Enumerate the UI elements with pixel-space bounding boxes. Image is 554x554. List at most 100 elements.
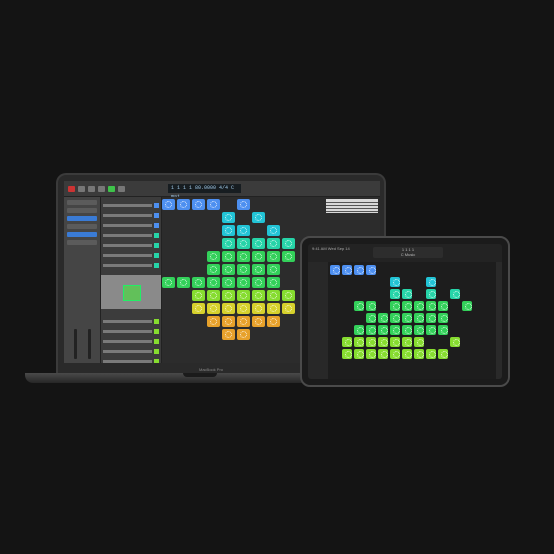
loop-cell[interactable]	[438, 349, 448, 359]
loop-cell[interactable]	[192, 199, 205, 210]
loop-cell[interactable]	[237, 264, 250, 275]
loop-cell[interactable]	[354, 337, 364, 347]
loop-cell[interactable]	[162, 199, 175, 210]
track-header[interactable]	[103, 347, 159, 355]
loop-cell[interactable]	[267, 290, 280, 301]
track-header[interactable]	[103, 221, 159, 229]
loop-cell[interactable]	[354, 301, 364, 311]
loop-cell[interactable]	[222, 290, 235, 301]
loop-cell[interactable]	[390, 277, 400, 287]
loop-cell[interactable]	[378, 313, 388, 323]
loop-cell[interactable]	[414, 349, 424, 359]
loop-cell[interactable]	[438, 313, 448, 323]
loop-cell[interactable]	[462, 301, 472, 311]
selected-track[interactable]	[101, 275, 161, 309]
loop-cell[interactable]	[402, 325, 412, 335]
loop-cell[interactable]	[207, 277, 220, 288]
loop-cell[interactable]	[237, 251, 250, 262]
loop-cell[interactable]	[192, 303, 205, 314]
loop-cell[interactable]	[252, 277, 265, 288]
track-header[interactable]	[103, 357, 159, 363]
loop-cell[interactable]	[192, 277, 205, 288]
loop-cell[interactable]	[222, 303, 235, 314]
loop-cell[interactable]	[390, 349, 400, 359]
loop-cell[interactable]	[426, 289, 436, 299]
track-header[interactable]	[103, 211, 159, 219]
loop-cell[interactable]	[267, 316, 280, 327]
track-header[interactable]	[103, 241, 159, 249]
loop-cell[interactable]	[438, 325, 448, 335]
loop-cell[interactable]	[222, 264, 235, 275]
volume-fader[interactable]	[74, 329, 77, 359]
loop-cell[interactable]	[222, 212, 235, 223]
loop-cell[interactable]	[426, 313, 436, 323]
loop-cell[interactable]	[390, 337, 400, 347]
loop-cell[interactable]	[237, 329, 250, 340]
loop-cell[interactable]	[282, 303, 295, 314]
loop-cell[interactable]	[252, 303, 265, 314]
loop-cell[interactable]	[252, 264, 265, 275]
loop-cell[interactable]	[402, 313, 412, 323]
loop-cell[interactable]	[426, 349, 436, 359]
loop-cell[interactable]	[207, 199, 220, 210]
loop-cell[interactable]	[354, 265, 364, 275]
loop-cell[interactable]	[267, 264, 280, 275]
loop-cell[interactable]	[378, 349, 388, 359]
loop-cell[interactable]	[267, 303, 280, 314]
track-header[interactable]	[103, 327, 159, 335]
loop-cell[interactable]	[237, 316, 250, 327]
loop-cell[interactable]	[222, 251, 235, 262]
loop-cell[interactable]	[207, 303, 220, 314]
track-header[interactable]	[103, 201, 159, 209]
play-icon[interactable]	[108, 185, 115, 192]
loop-cell[interactable]	[282, 238, 295, 249]
loop-cell[interactable]	[366, 325, 376, 335]
loop-cell[interactable]	[414, 313, 424, 323]
loop-cell[interactable]	[342, 265, 352, 275]
loop-cell[interactable]	[366, 265, 376, 275]
loop-cell[interactable]	[426, 325, 436, 335]
loop-cell[interactable]	[267, 238, 280, 249]
inspector-row[interactable]	[67, 216, 97, 221]
loop-cell[interactable]	[207, 316, 220, 327]
loop-cell[interactable]	[222, 238, 235, 249]
loop-cell[interactable]	[207, 290, 220, 301]
loop-cell[interactable]	[366, 301, 376, 311]
loop-cell[interactable]	[252, 212, 265, 223]
loop-cell[interactable]	[237, 303, 250, 314]
loop-cell[interactable]	[237, 225, 250, 236]
stop-icon[interactable]	[98, 185, 105, 192]
loop-cell[interactable]	[177, 277, 190, 288]
loop-cell[interactable]	[402, 301, 412, 311]
loop-cell[interactable]	[366, 349, 376, 359]
loop-cell[interactable]	[390, 301, 400, 311]
close-window-icon[interactable]	[68, 185, 75, 192]
loop-cell[interactable]	[267, 225, 280, 236]
loop-cell[interactable]	[342, 337, 352, 347]
loop-cell[interactable]	[450, 289, 460, 299]
track-header[interactable]	[103, 317, 159, 325]
loop-cell[interactable]	[378, 337, 388, 347]
loop-cell[interactable]	[237, 238, 250, 249]
loop-cell[interactable]	[354, 325, 364, 335]
loop-cell[interactable]	[426, 301, 436, 311]
loop-cell[interactable]	[177, 199, 190, 210]
loop-cell[interactable]	[252, 251, 265, 262]
loop-cell[interactable]	[252, 238, 265, 249]
loop-cell[interactable]	[390, 313, 400, 323]
loop-cell[interactable]	[237, 199, 250, 210]
inspector-row[interactable]	[67, 232, 97, 237]
loop-cell[interactable]	[252, 290, 265, 301]
loop-cell[interactable]	[222, 316, 235, 327]
loop-cell[interactable]	[414, 301, 424, 311]
record-icon[interactable]	[118, 185, 125, 192]
loop-cell[interactable]	[267, 277, 280, 288]
loop-cell[interactable]	[207, 264, 220, 275]
loop-cell[interactable]	[330, 265, 340, 275]
loop-cell[interactable]	[438, 301, 448, 311]
loop-cell[interactable]	[267, 251, 280, 262]
loop-cell[interactable]	[162, 277, 175, 288]
loop-cell[interactable]	[450, 337, 460, 347]
loop-cell[interactable]	[252, 316, 265, 327]
loop-cell[interactable]	[237, 277, 250, 288]
